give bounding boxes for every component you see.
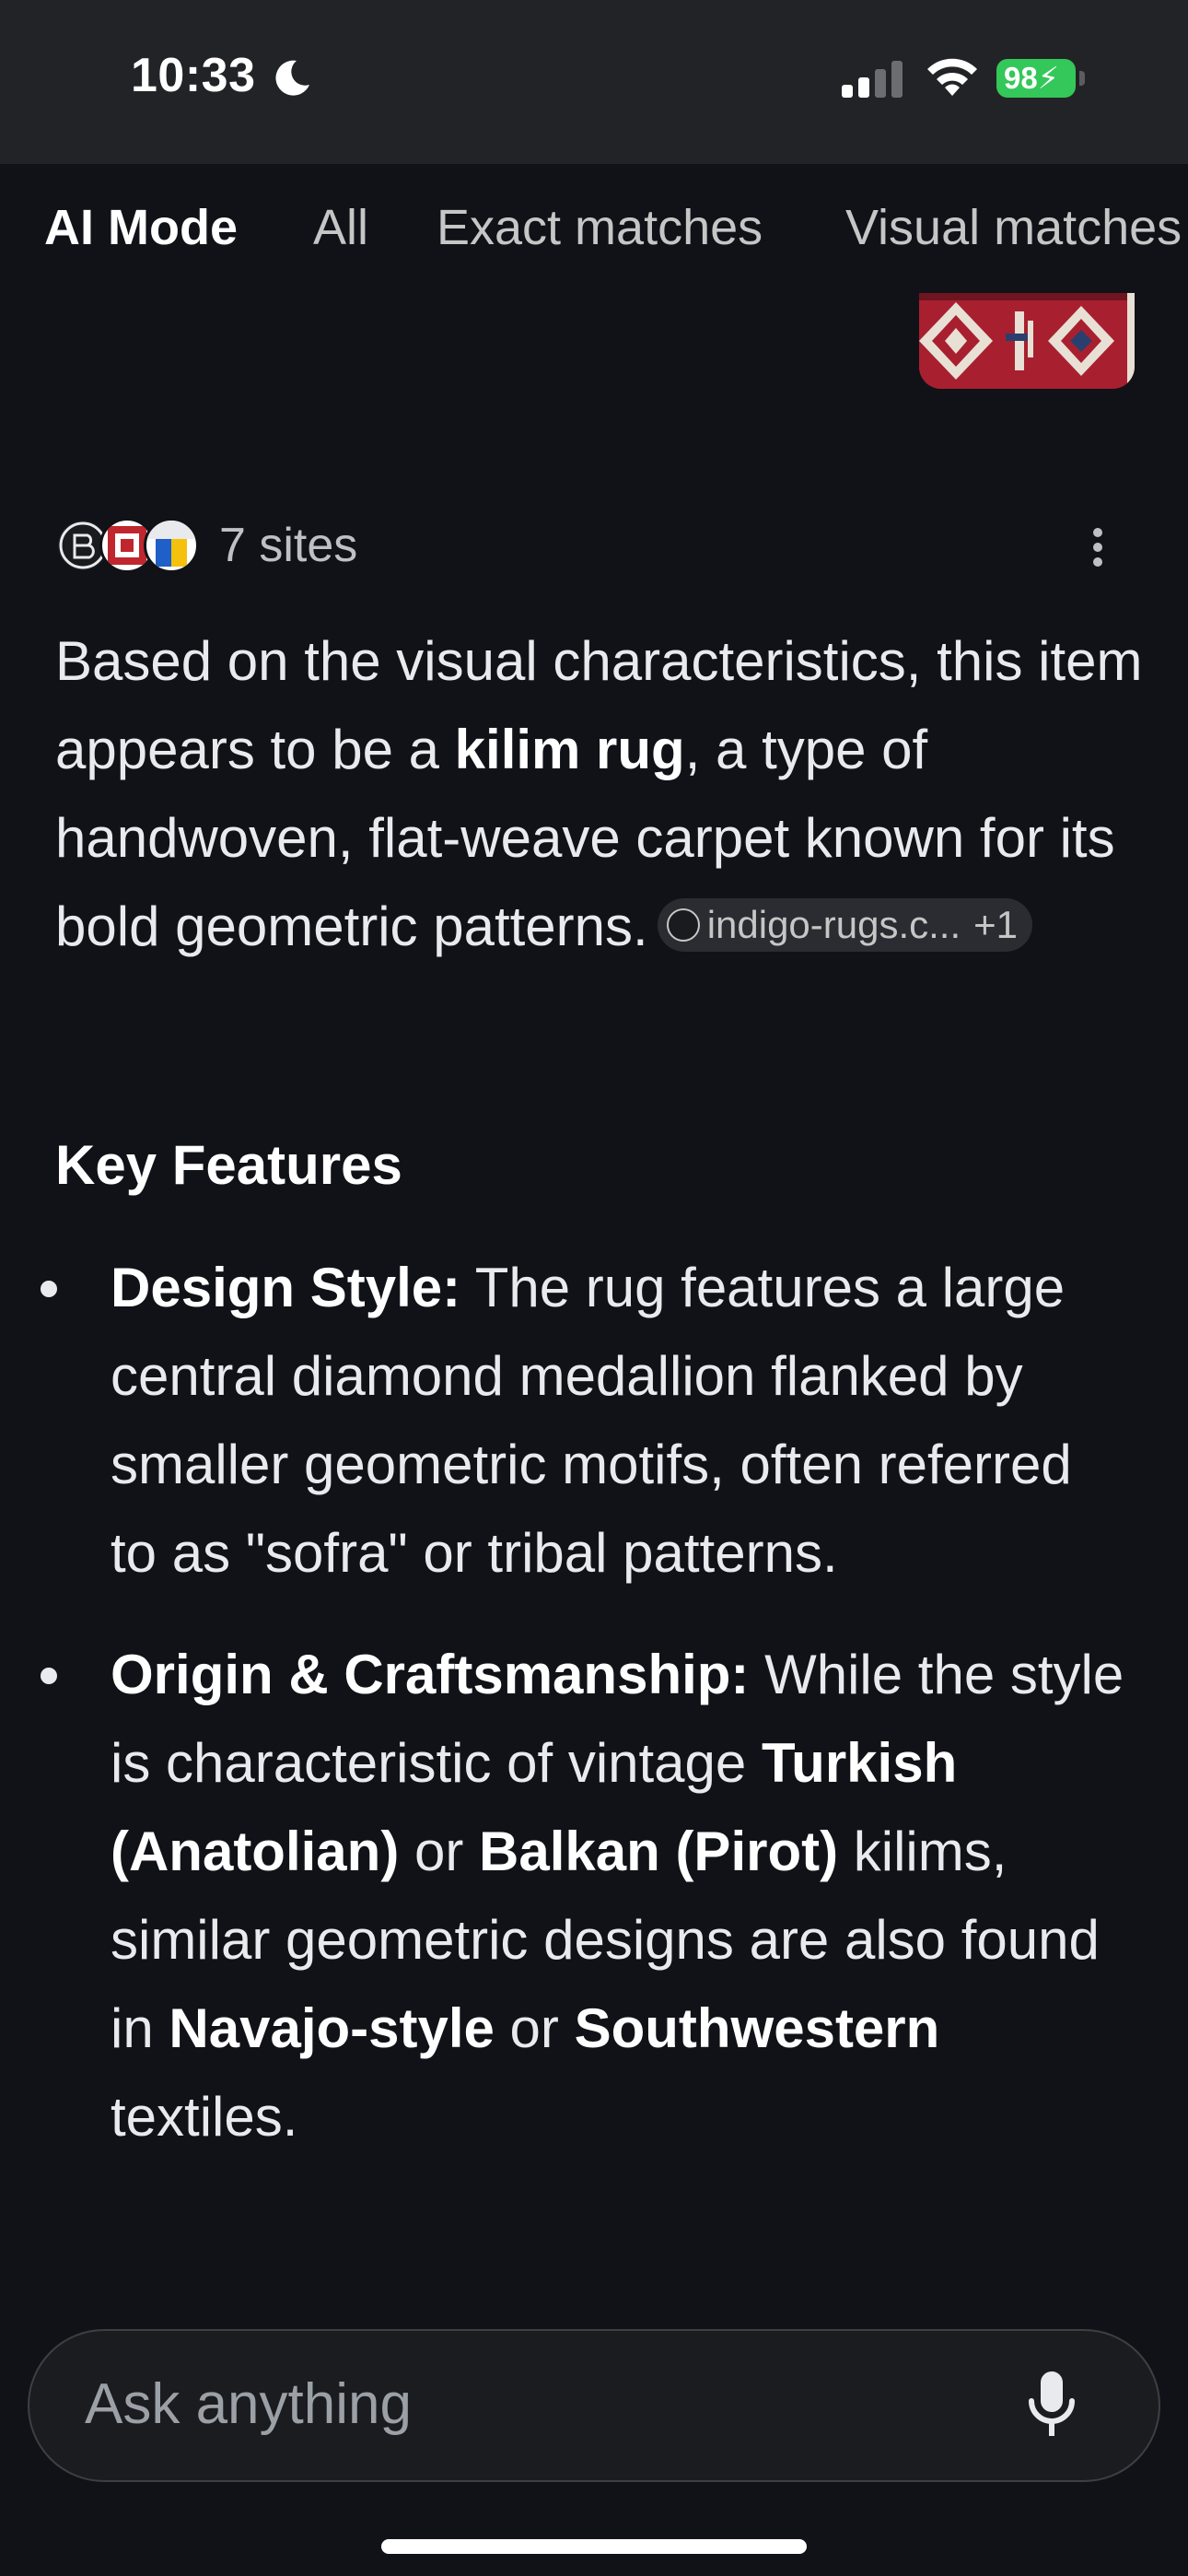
battery-level: 98 [1004, 61, 1038, 95]
signal-icon [842, 61, 903, 98]
list-item: Design Style: The rug features a large c… [0, 1244, 1133, 1598]
bullet-icon [41, 1281, 57, 1297]
source-favicons[interactable] [55, 518, 203, 577]
rug-thumbnail[interactable] [919, 293, 1135, 389]
yellow-blue-site-favicon [144, 518, 199, 573]
status-bar: 10:33 98⚡ [0, 0, 1188, 164]
citation-favicon-icon [666, 908, 700, 943]
status-time: 10:33 [131, 49, 256, 102]
answer-bold-term: kilim rug [454, 719, 685, 780]
tab-all[interactable]: All [313, 199, 368, 256]
input-placeholder: Ask anything [85, 2372, 412, 2436]
feature-bold: Balkan (Pirot) [479, 1821, 839, 1882]
tab-ai-mode[interactable]: AI Mode [44, 199, 238, 256]
charging-bolt-icon: ⚡ [1037, 61, 1059, 95]
feature-text: textiles. [111, 2086, 298, 2148]
tab-visual-matches[interactable]: Visual matches [845, 199, 1182, 256]
feature-text: or [399, 1821, 480, 1882]
feature-bold: Southwestern [574, 1997, 940, 2059]
list-item: Origin & Craftsmanship: While the style … [0, 1631, 1133, 2161]
key-features-list: Design Style: The rug features a large c… [0, 1244, 1188, 2161]
home-indicator[interactable] [381, 2539, 807, 2554]
more-vert-icon[interactable] [1087, 525, 1109, 569]
sources-count[interactable]: 7 sites [219, 518, 357, 573]
ask-anything-input[interactable]: Ask anything [28, 2329, 1160, 2482]
key-features-heading: Key Features [55, 1134, 402, 1196]
battery-tip [1079, 71, 1085, 86]
rug-pattern-image [919, 293, 1135, 389]
ai-answer-paragraph: Based on the visual characteristics, thi… [55, 617, 1151, 971]
tab-exact-matches[interactable]: Exact matches [437, 199, 763, 256]
wifi-icon [927, 58, 977, 96]
mic-icon[interactable] [1024, 2370, 1079, 2441]
feature-bold: Navajo-style [169, 1997, 495, 2059]
result-tabs: AI Mode All Exact matches Visual matches [0, 164, 1188, 293]
battery-indicator: 98⚡ [996, 59, 1076, 98]
citation-extra-count: +1 [973, 903, 1019, 947]
feature-text: or [494, 1997, 575, 2059]
bullet-icon [41, 1668, 57, 1684]
feature-title: Origin & Craftsmanship: [111, 1644, 750, 1705]
feature-title: Design Style: [111, 1257, 461, 1318]
moon-icon [275, 60, 309, 96]
citation-label: indigo-rugs.c... [706, 903, 961, 947]
page: 10:33 98⚡ AI Mode All Exact matches Visu… [0, 0, 1188, 2576]
citation-chip[interactable]: indigo-rugs.c... +1 [657, 898, 1033, 953]
